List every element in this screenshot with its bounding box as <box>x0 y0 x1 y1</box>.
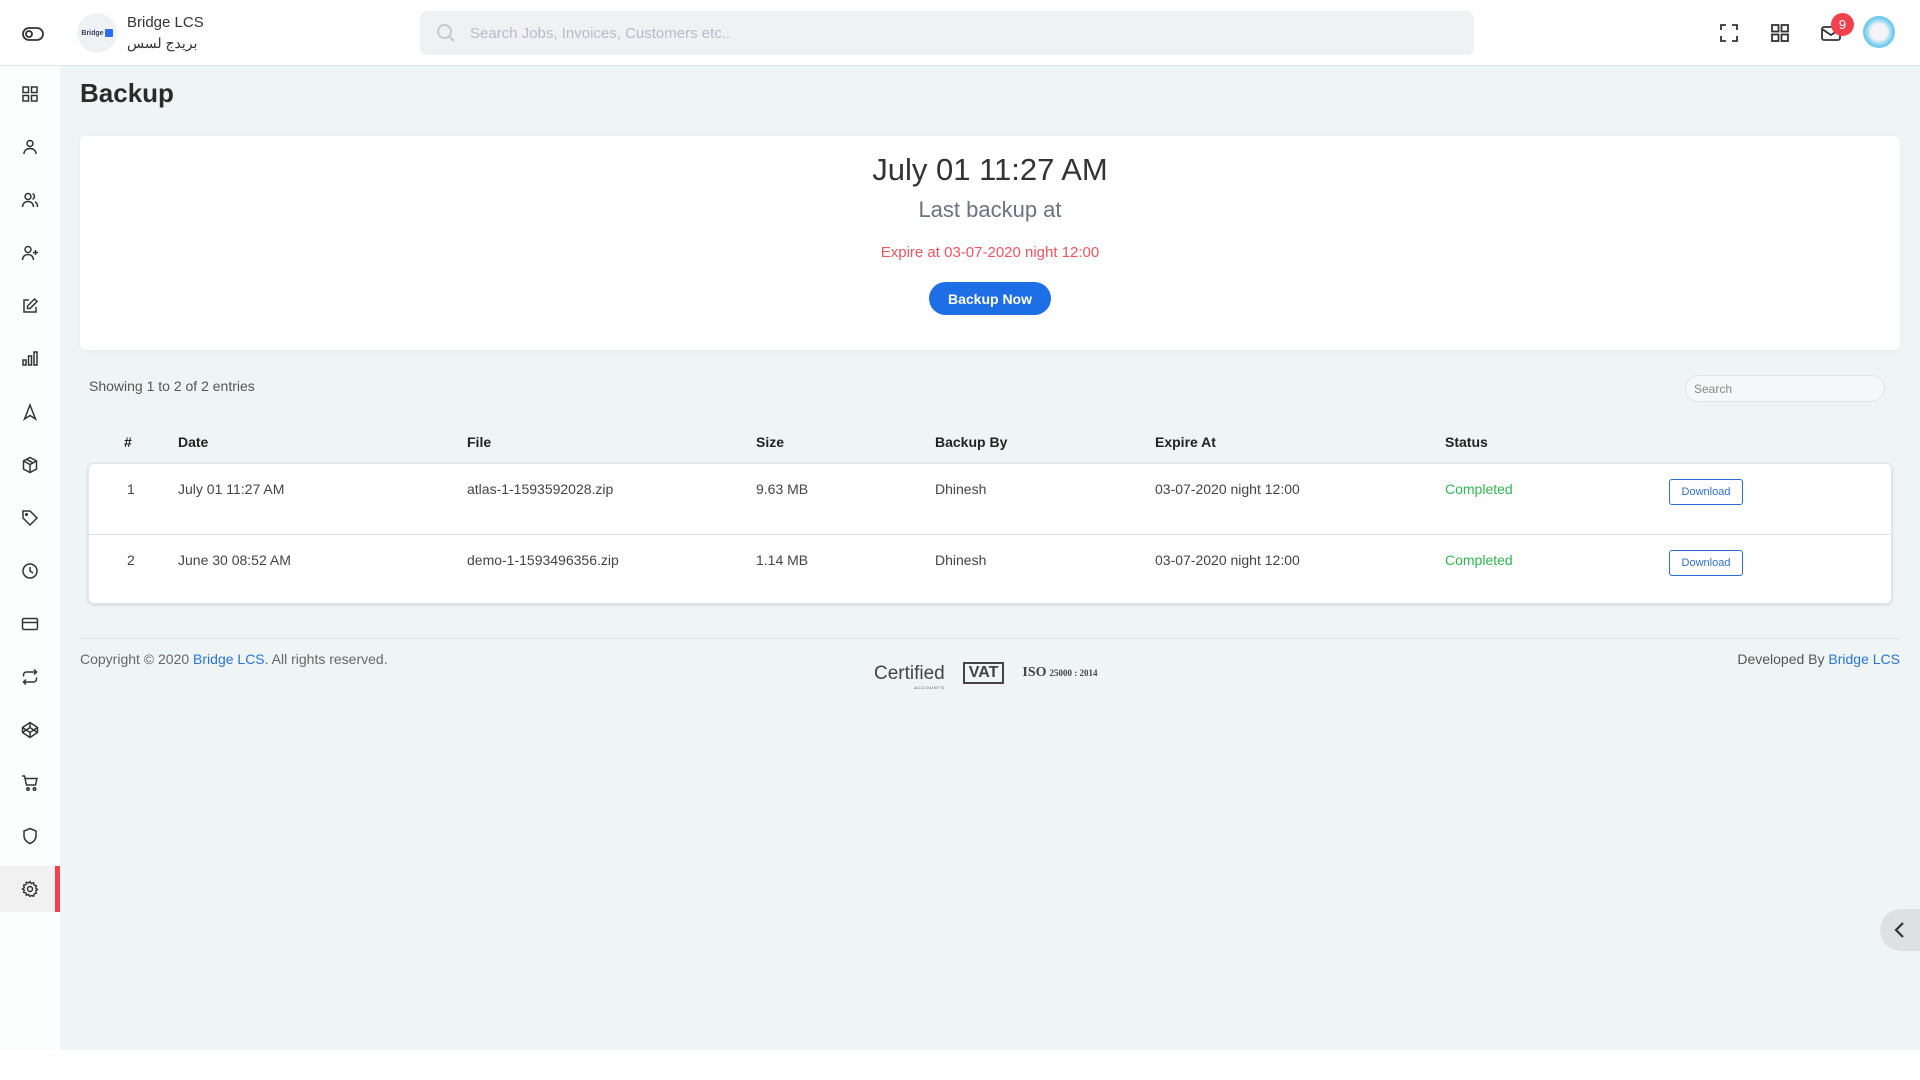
certified-sub: ACCOUNTS <box>914 684 945 690</box>
brand-logo[interactable]: Bridge <box>77 13 117 53</box>
copyright-prefix: Copyright © 2020 <box>80 651 194 667</box>
sidebar-item-package[interactable] <box>0 442 60 488</box>
users-icon <box>21 192 39 208</box>
sidebar-item-transfers[interactable] <box>0 654 60 700</box>
expire-notice: Expire at 03-07-2020 night 12:00 <box>880 244 1100 261</box>
sidebar-item-settings[interactable] <box>0 866 60 912</box>
global-search-input[interactable] <box>470 24 1370 42</box>
sidebar-item-cart[interactable] <box>0 760 60 806</box>
sidebar-item-user[interactable] <box>0 124 60 170</box>
sidebar-item-dashboard[interactable] <box>0 71 60 117</box>
search-icon <box>437 24 455 42</box>
sidebar-item-security[interactable] <box>0 813 60 859</box>
copyright-link[interactable]: Bridge LCS <box>193 651 265 667</box>
developed-link[interactable]: Bridge LCS <box>1828 651 1900 667</box>
grid-icon <box>22 86 38 102</box>
cell-status: Completed <box>1445 552 1513 568</box>
copyright: Copyright © 2020 Bridge LCS. All rights … <box>80 651 388 667</box>
backup-summary-card: July 01 11:27 AM Last backup at Expire a… <box>80 136 1900 350</box>
entries-info: Showing 1 to 2 of 2 entries <box>89 378 255 394</box>
page-title: Backup <box>80 78 174 108</box>
sidebar-item-payments[interactable] <box>0 601 60 647</box>
download-button[interactable]: Download <box>1669 550 1743 576</box>
shield-icon <box>23 827 37 845</box>
cell-number: 2 <box>127 552 135 568</box>
certification-logos: Certified ACCOUNTS VAT ISO 25000 : 2014 <box>874 660 1098 690</box>
sidebar-item-codepen[interactable] <box>0 707 60 753</box>
sidebar-toggle-icon[interactable] <box>22 24 44 44</box>
user-icon <box>23 139 37 155</box>
global-search[interactable] <box>420 11 1474 55</box>
download-button[interactable]: Download <box>1669 479 1743 505</box>
backup-table: 1 July 01 11:27 AM atlas-1-1593592028.zi… <box>88 463 1892 604</box>
sidebar-item-tags[interactable] <box>0 495 60 541</box>
cart-icon <box>22 775 38 791</box>
sidebar-item-edit[interactable] <box>0 283 60 329</box>
clock-icon <box>22 563 38 579</box>
sidebar-item-reports[interactable] <box>0 336 60 382</box>
credit-card-icon <box>21 617 39 631</box>
gear-icon <box>21 880 39 898</box>
column-header-backup-by[interactable]: Backup By <box>935 434 1007 450</box>
sidebar <box>0 66 60 1050</box>
certified-text: Certified <box>874 662 945 684</box>
table-row: 1 July 01 11:27 AM atlas-1-1593592028.zi… <box>89 464 1891 534</box>
last-backup-time: July 01 11:27 AM <box>872 152 1108 187</box>
main-content: Backup July 01 11:27 AM Last backup at E… <box>60 66 1920 1050</box>
edit-icon <box>23 297 39 313</box>
column-header-expire-at[interactable]: Expire At <box>1155 434 1216 450</box>
column-header-status[interactable]: Status <box>1445 434 1488 450</box>
cell-backup-by: Dhinesh <box>935 481 987 497</box>
sidebar-item-add-user[interactable] <box>0 230 60 276</box>
bar-chart-icon <box>22 351 38 366</box>
certified-accounts-logo: Certified ACCOUNTS <box>874 662 945 690</box>
sidebar-item-navigation[interactable] <box>0 389 60 435</box>
chevron-left-icon <box>1894 922 1904 938</box>
iso-logo: ISO 25000 : 2014 <box>1022 665 1097 681</box>
table-row: 2 June 30 08:52 AM demo-1-1593496356.zip… <box>89 534 1891 604</box>
vat-logo: VAT <box>962 662 1005 684</box>
cell-size: 1.14 MB <box>756 552 809 568</box>
cell-number: 1 <box>127 481 135 497</box>
iso-text: ISO <box>1022 665 1047 680</box>
user-avatar[interactable] <box>1863 16 1895 48</box>
backup-now-button[interactable]: Backup Now <box>929 282 1051 315</box>
developed-prefix: Developed By <box>1737 651 1829 667</box>
table-search-input[interactable] <box>1685 375 1885 402</box>
navigation-icon <box>22 403 38 421</box>
brand-name: Bridge LCS <box>127 14 204 31</box>
iso-detail: 25000 : 2014 <box>1049 668 1098 678</box>
cell-backup-by: Dhinesh <box>935 552 987 568</box>
fullscreen-icon[interactable] <box>1718 22 1740 44</box>
codepen-icon <box>21 721 39 739</box>
cell-file: demo-1-1593496356.zip <box>467 552 619 568</box>
logo-text: Bridge <box>81 29 104 37</box>
apps-grid-icon[interactable] <box>1769 22 1791 44</box>
cell-size: 9.63 MB <box>756 481 809 497</box>
tag-icon <box>22 510 39 527</box>
cell-date: June 30 08:52 AM <box>178 552 291 568</box>
column-header-size[interactable]: Size <box>756 434 784 450</box>
sidebar-item-users[interactable] <box>0 177 60 223</box>
top-bar: Bridge Bridge LCS بريدج لسس 9 <box>0 0 1920 66</box>
footer-divider <box>80 638 1900 639</box>
column-header-file[interactable]: File <box>467 434 491 450</box>
copyright-suffix: . All rights reserved. <box>264 651 388 667</box>
brand-subtitle: بريدج لسس <box>127 35 198 51</box>
column-header-date[interactable]: Date <box>178 434 208 450</box>
sidebar-item-history[interactable] <box>0 548 60 594</box>
package-icon <box>22 456 38 474</box>
notification-badge: 9 <box>1831 13 1854 36</box>
cell-file: atlas-1-1593592028.zip <box>467 481 614 497</box>
cell-expire-at: 03-07-2020 night 12:00 <box>1155 552 1300 568</box>
cell-expire-at: 03-07-2020 night 12:00 <box>1155 481 1300 497</box>
cell-date: July 01 11:27 AM <box>178 481 285 497</box>
repeat-icon <box>22 668 38 686</box>
last-backup-label: Last backup at <box>918 197 1062 222</box>
developed-by: Developed By Bridge LCS <box>1737 651 1900 667</box>
panel-toggle-button[interactable] <box>1880 909 1920 951</box>
user-plus-icon <box>21 245 38 261</box>
column-header-number[interactable]: # <box>124 434 132 450</box>
cell-status: Completed <box>1445 481 1513 497</box>
